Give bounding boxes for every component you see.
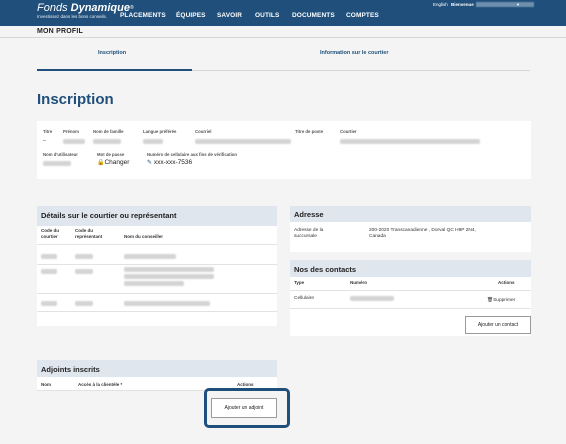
adresse-label: Adresse de la succursale [294,228,324,239]
divider [37,293,277,294]
adresse-panel: Adresse Adresse de la succursale 200-202… [290,206,531,252]
contacts-panel-header: Nos des contacts [290,260,531,277]
nav-equipes[interactable]: ÉQUIPES [176,12,206,19]
titre-value: – [43,138,46,144]
nav-documents[interactable]: DOCUMENTS [292,12,335,19]
edit-phone-link[interactable]: ✎ xxx-xxx-7536 [147,159,192,166]
adresse-panel-header: Adresse [290,206,531,222]
profile-card: Titre Prénom Nom de famille Langue préfé… [37,121,531,179]
adjoints-panel-header: Adjoints inscrits [37,360,277,377]
divider [37,311,277,312]
chevron-down-icon[interactable]: ▼ [516,2,520,7]
table-row-cell [124,281,184,286]
label-cellulaire: Numéro de cellulaire aux fins de vérific… [147,152,238,157]
active-tab-indicator [37,69,192,71]
contact-type-value: Cellulaire [294,296,314,301]
col-code-representant: Code du représentant [75,228,103,239]
language-toggle-link[interactable]: English [433,2,448,7]
label-mot-de-passe: Mot de passe [97,152,125,157]
broker-details-panel: Détails sur le courtier ou représentant … [37,206,277,326]
phone-value: xxx-xxx-7536 [153,159,193,166]
col-code-courtier: Code du courtier [41,228,59,239]
table-row-cell [41,254,57,259]
broker-panel-header: Détails sur le courtier ou représentant [37,206,277,226]
change-password-link[interactable]: 🔒Changer [97,159,129,166]
redacted-nom-famille [93,139,121,144]
page-title: MON PROFIL [37,28,83,35]
label-titre-poste: Titre de poste [295,129,324,134]
edit-icon: ✎ [147,160,153,166]
section-heading: Inscription [37,91,114,108]
col-acces-clientele: Accès à la clientèle * [78,382,123,387]
redacted-courtier [340,139,480,144]
adjoints-panel-title: Adjoints inscrits [41,365,100,374]
nav-placements[interactable]: PLACEMENTS [120,12,166,19]
adresse-panel-title: Adresse [294,210,324,219]
divider [0,37,566,38]
table-row-cell [75,254,93,259]
tab-inscription[interactable]: Inscription [98,50,126,56]
divider [37,264,277,265]
col-nom-conseiller: Nom du conseiller [124,234,164,239]
label-nom-famille: Nom de famille [93,129,124,134]
nav-comptes[interactable]: COMPTES [346,12,379,19]
col-actions: Actions [498,280,515,285]
table-row-cell [124,254,176,259]
top-navigation-bar: Fonds Dynamique® Investissez dans les bo… [0,0,566,26]
col-nom: Nom [41,382,51,387]
adjoints-panel: Adjoints inscrits Nom Accès à la clientè… [37,360,277,390]
col-type: Type [294,280,305,285]
divider [290,290,531,291]
table-row-cell [41,301,57,306]
label-titre: Titre [43,129,53,134]
delete-contact-button[interactable]: 🗑Supprimer [487,298,515,304]
change-password-label: Changer [104,159,130,166]
table-row-cell [75,269,93,274]
label-langue: Langue préférée [143,129,177,134]
redacted-prenom [63,139,85,144]
delete-contact-label: Supprimer [493,298,516,303]
adresse-line-2: Canada [369,234,386,239]
table-row-cell [41,269,57,274]
col-numero: Numéro [350,280,368,285]
nav-outils[interactable]: OUTILS [255,12,279,19]
col-actions: Actions [237,382,254,387]
table-row-cell [75,301,93,306]
nav-savoir[interactable]: SAVOIR [217,12,242,19]
redacted-courriel [195,139,291,144]
tab-information-courtier[interactable]: Information sur le courtier [320,50,388,56]
redacted-user-name [475,2,534,8]
redacted-nom-utilisateur [43,161,71,166]
add-contact-button[interactable]: Ajouter un contact [465,316,531,334]
divider [290,308,531,309]
table-row-cell [124,274,214,279]
add-adjoint-button[interactable]: Ajouter un adjoint [211,398,277,418]
broker-panel-title: Détails sur le courtier ou représentant [41,211,177,220]
divider [37,244,277,245]
contacts-panel-title: Nos des contacts [294,265,357,274]
label-courtier: Courtier [340,129,357,134]
welcome-user-menu[interactable]: Bienvenue [451,2,534,8]
table-row-cell [124,267,214,272]
redacted-langue [143,139,163,144]
label-courriel: Courriel [195,129,212,134]
table-row-cell [124,301,210,306]
label-nom-utilisateur: Nom d'utilisateur [43,152,78,157]
label-prenom: Prénom [63,129,79,134]
redacted-contact-number [350,296,394,301]
